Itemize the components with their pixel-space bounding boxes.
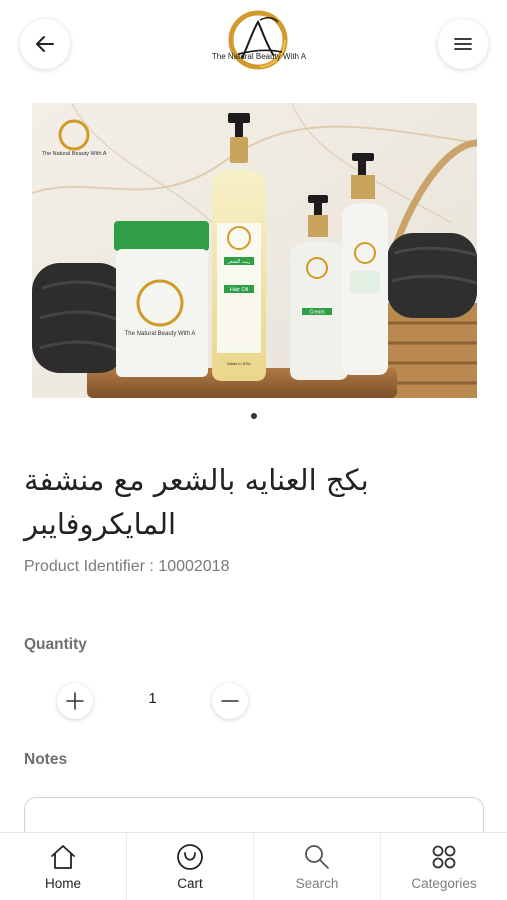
back-button[interactable] — [20, 19, 70, 69]
svg-text:Cream: Cream — [309, 310, 324, 316]
product-title: بكج العنايه بالشعر مع منشفة المايكروفايب… — [24, 463, 369, 541]
nav-categories[interactable]: Categories — [380, 833, 507, 900]
minus-icon — [221, 700, 239, 702]
home-icon — [51, 845, 75, 869]
nav-cart[interactable]: Cart — [126, 833, 253, 900]
logo-mark — [228, 10, 288, 70]
svg-text:زيت الشعر: زيت الشعر — [227, 259, 251, 265]
increase-quantity-button[interactable] — [57, 683, 93, 719]
nav-cart-label: Cart — [177, 876, 203, 891]
top-bar: The Natural Beauty With A — [0, 0, 507, 90]
plus-icon — [66, 692, 84, 710]
quantity-value: 1 — [148, 690, 157, 707]
carousel-indicator[interactable] — [251, 413, 257, 419]
nav-home[interactable]: Home — [0, 833, 126, 900]
arrow-left-icon — [36, 36, 54, 52]
svg-text:The Natural Beauty With A: The Natural Beauty With A — [42, 151, 107, 157]
categories-icon — [432, 845, 456, 869]
nav-categories-label: Categories — [411, 876, 477, 891]
cart-icon — [177, 844, 203, 870]
product-photo: The Natural Beauty With A زيت الشعر Hair… — [32, 103, 477, 398]
menu-button[interactable] — [438, 19, 488, 69]
bottom-navigation: Home Cart Search Categories — [0, 832, 507, 900]
nav-home-label: Home — [44, 876, 81, 891]
svg-text:Made in KSA: Made in KSA — [227, 361, 251, 366]
nav-search-label: Search — [295, 876, 339, 891]
svg-text:Hair Oil: Hair Oil — [230, 287, 248, 293]
product-image-carousel[interactable]: The Natural Beauty With A زيت الشعر Hair… — [32, 103, 477, 398]
decrease-quantity-button[interactable] — [212, 683, 248, 719]
notes-label: Notes — [24, 751, 68, 768]
svg-text:The Natural Beauty With A: The Natural Beauty With A — [125, 331, 196, 337]
logo-text: The Natural Beauty With A — [211, 52, 307, 61]
brand-logo[interactable]: The Natural Beauty With A — [208, 8, 310, 80]
nav-search[interactable]: Search — [253, 833, 380, 900]
quantity-label: Quantity — [24, 636, 87, 653]
hamburger-menu-icon — [454, 38, 472, 50]
product-identifier: Product Identifier : 10002018 — [24, 558, 230, 575]
search-icon — [305, 845, 329, 869]
